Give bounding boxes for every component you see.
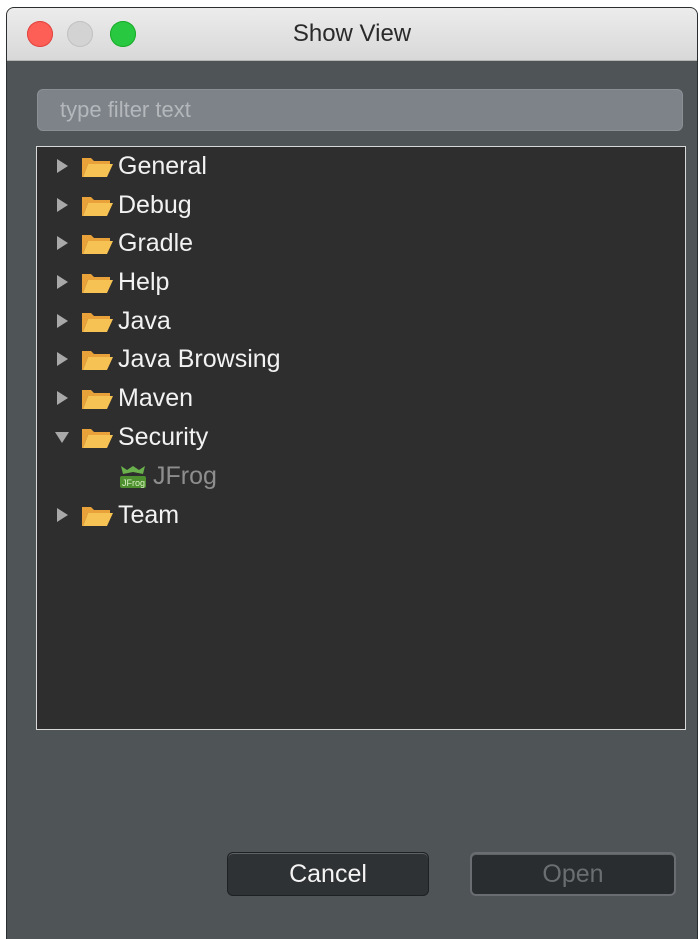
tree-item-label: Java Browsing bbox=[118, 344, 281, 373]
folder-open-icon bbox=[82, 429, 113, 448]
tree-item-label: Debug bbox=[118, 190, 192, 219]
title-bar[interactable]: Show View bbox=[7, 8, 697, 61]
folder-open-icon bbox=[82, 274, 113, 293]
tree-item-label: Team bbox=[118, 500, 180, 529]
tree-item-debug[interactable]: Debug bbox=[37, 187, 685, 223]
expand-arrow-icon[interactable] bbox=[55, 236, 69, 250]
tree-item-label: Help bbox=[118, 267, 170, 296]
expand-arrow-icon[interactable] bbox=[55, 314, 69, 328]
folder-open-icon bbox=[82, 507, 113, 526]
folder-open-icon bbox=[82, 313, 113, 332]
expand-arrow-icon[interactable] bbox=[55, 352, 69, 366]
collapse-arrow-icon[interactable] bbox=[55, 430, 69, 444]
tree-item-label: General bbox=[118, 151, 207, 180]
expand-arrow-icon[interactable] bbox=[55, 275, 69, 289]
tree-item-jfrog[interactable]: JFrog JFrog bbox=[37, 458, 685, 494]
expand-arrow-icon[interactable] bbox=[55, 159, 69, 173]
tree-item-label: Gradle bbox=[118, 228, 194, 257]
jfrog-icon: JFrog bbox=[120, 466, 146, 488]
tree-item-label: Java bbox=[118, 306, 171, 335]
folder-open-icon bbox=[82, 235, 113, 254]
svg-text:JFrog: JFrog bbox=[122, 478, 145, 488]
folder-open-icon bbox=[82, 351, 113, 370]
tree-item-java[interactable]: Java bbox=[37, 303, 685, 339]
tree-item-java-browsing[interactable]: Java Browsing bbox=[37, 341, 685, 377]
folder-open-icon bbox=[82, 390, 113, 409]
open-button[interactable]: Open bbox=[470, 852, 676, 896]
tree-item-label: Maven bbox=[118, 383, 194, 412]
tree-item-team[interactable]: Team bbox=[37, 497, 685, 533]
tree-item-general[interactable]: General bbox=[37, 148, 685, 184]
show-view-dialog: Show View General Debug Gradle Help Jav bbox=[7, 8, 697, 939]
cancel-button[interactable]: Cancel bbox=[227, 852, 429, 896]
tree-item-gradle[interactable]: Gradle bbox=[37, 225, 685, 261]
expand-arrow-icon[interactable] bbox=[55, 198, 69, 212]
tree-item-label: JFrog bbox=[153, 461, 217, 490]
filter-input[interactable] bbox=[37, 89, 683, 131]
folder-open-icon bbox=[82, 158, 113, 177]
tree-item-help[interactable]: Help bbox=[37, 264, 685, 300]
tree-item-label: Security bbox=[118, 422, 209, 451]
dialog-title: Show View bbox=[292, 20, 412, 47]
folder-open-icon bbox=[82, 197, 113, 216]
tree-item-maven[interactable]: Maven bbox=[37, 380, 685, 416]
expand-arrow-icon[interactable] bbox=[55, 508, 69, 522]
expand-arrow-icon[interactable] bbox=[55, 391, 69, 405]
tree-item-security[interactable]: Security bbox=[37, 419, 685, 455]
view-tree[interactable]: General Debug Gradle Help Java Java Brow… bbox=[36, 146, 686, 730]
